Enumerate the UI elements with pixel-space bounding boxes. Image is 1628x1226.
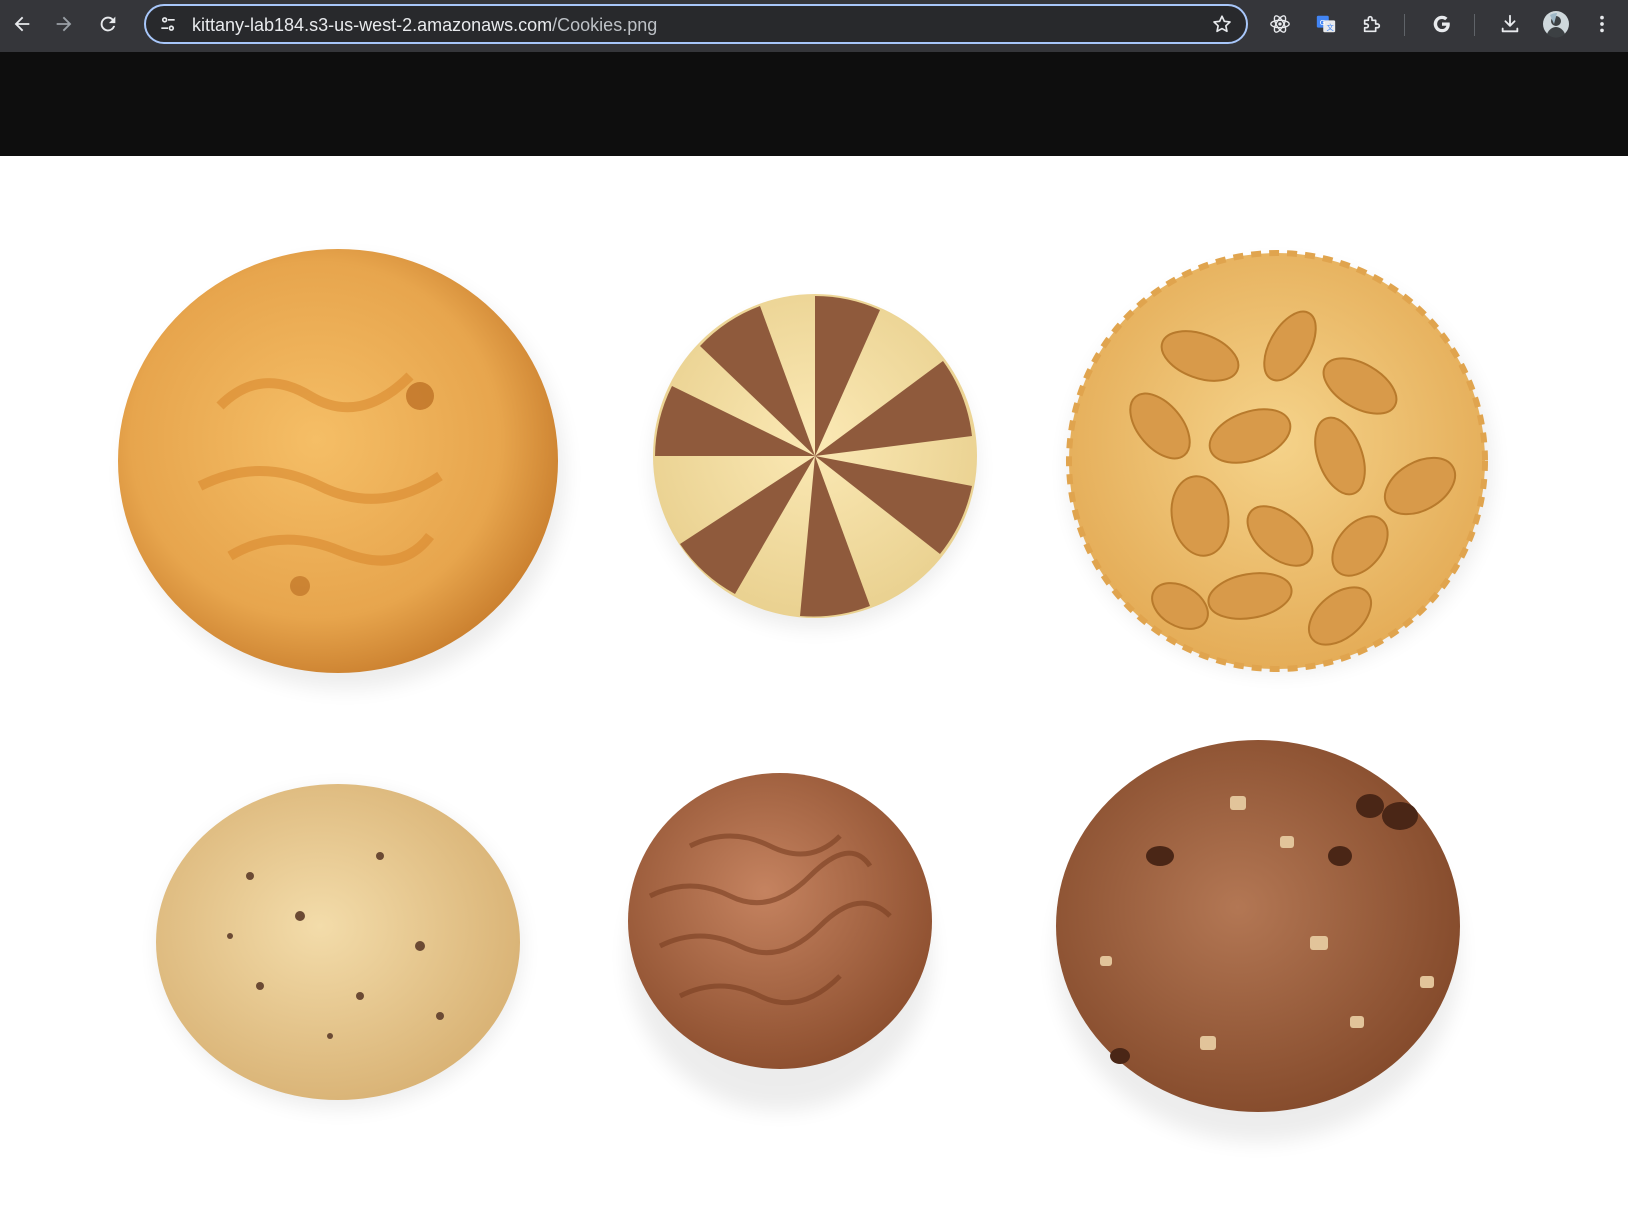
google-g-icon (1433, 15, 1450, 33)
svg-text:文: 文 (1326, 23, 1334, 32)
download-icon (1501, 14, 1519, 33)
site-info-button[interactable] (154, 10, 182, 38)
downloads-button[interactable] (1494, 8, 1526, 40)
translate-button[interactable]: G 文 (1310, 8, 1342, 40)
back-arrow-icon (14, 16, 30, 32)
kebab-menu-icon (1600, 15, 1604, 33)
back-button[interactable] (4, 6, 40, 42)
reload-icon (100, 16, 116, 32)
translate-icon: G 文 (1316, 15, 1336, 33)
caramel-swirl-cookie (118, 249, 558, 673)
shortbread-cookie (156, 784, 520, 1100)
tune-icon (161, 17, 175, 31)
bookmark-button[interactable] (1208, 10, 1236, 38)
forward-arrow-icon (56, 16, 72, 32)
avatar-icon (1543, 11, 1569, 38)
url-text[interactable]: kittany-lab184.s3-us-west-2.amazonaws.co… (192, 14, 657, 36)
browser-toolbar: kittany-lab184.s3-us-west-2.amazonaws.co… (0, 0, 1628, 52)
react-devtools-button[interactable] (1264, 8, 1296, 40)
url-path: /Cookies.png (552, 15, 658, 35)
chocolate-chip-cookie (1056, 740, 1460, 1112)
toolbar-divider (1404, 14, 1405, 36)
image-viewer (0, 52, 1628, 1226)
chocolate-covered-biscuit (628, 773, 932, 1069)
peanut-cookie (1066, 250, 1488, 672)
address-bar[interactable]: kittany-lab184.s3-us-west-2.amazonaws.co… (144, 4, 1248, 44)
cookies-image[interactable] (0, 156, 1628, 1226)
google-button[interactable] (1426, 8, 1458, 40)
chrome-menu-button[interactable] (1586, 8, 1618, 40)
toolbar-divider (1474, 14, 1475, 36)
react-atom-icon (1270, 15, 1290, 33)
cookies-illustration (118, 249, 1492, 1142)
reload-button[interactable] (90, 6, 126, 42)
svg-text:G: G (1320, 18, 1326, 27)
star-icon (1213, 15, 1231, 33)
url-host: kittany-lab184.s3-us-west-2.amazonaws.co… (192, 15, 553, 35)
profile-button[interactable] (1540, 8, 1572, 40)
pinwheel-cookie (653, 294, 977, 618)
extensions-button[interactable] (1356, 8, 1388, 40)
puzzle-icon (1363, 15, 1381, 33)
forward-button[interactable] (46, 6, 82, 42)
